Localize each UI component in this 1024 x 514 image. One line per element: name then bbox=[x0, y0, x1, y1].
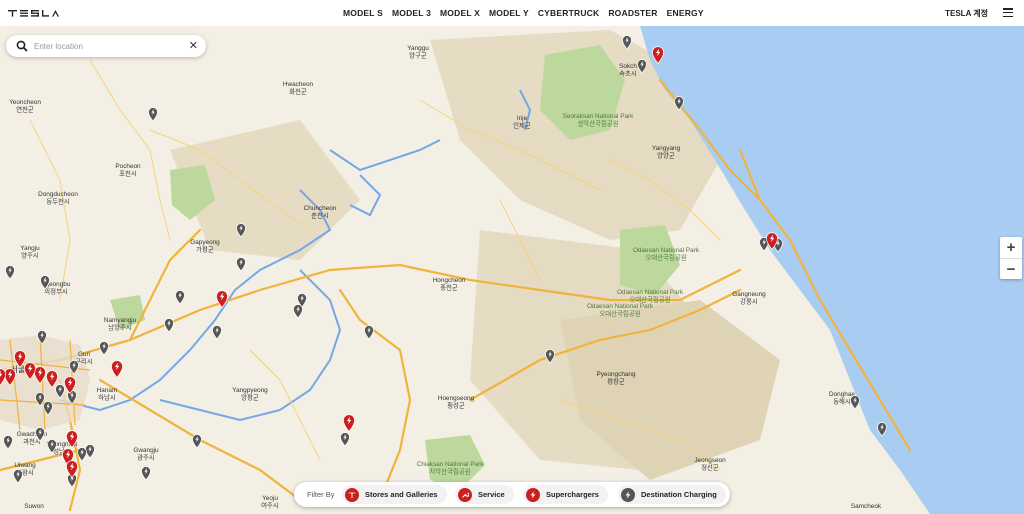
filter-destination-charging-button[interactable]: Destination Charging bbox=[618, 485, 726, 504]
search-input[interactable] bbox=[34, 39, 184, 53]
account-link[interactable]: TESLA 계정 bbox=[945, 8, 988, 19]
location-search-box: ✕ bbox=[6, 35, 206, 57]
model-navigation: MODEL S MODEL 3 MODEL X MODEL Y CYBERTRU… bbox=[343, 0, 713, 26]
tesla-logo[interactable] bbox=[8, 6, 64, 20]
map-label-yangju: Yangju 양주시 bbox=[20, 245, 40, 260]
filter-stores-galleries-button[interactable]: Stores and Galleries bbox=[342, 485, 447, 504]
close-icon[interactable]: ✕ bbox=[189, 39, 198, 53]
filter-service-button[interactable]: Service bbox=[455, 485, 514, 504]
zoom-in-button[interactable]: + bbox=[1000, 237, 1022, 258]
zoom-out-button[interactable]: − bbox=[1000, 259, 1022, 280]
wrench-icon bbox=[458, 487, 472, 502]
tesla-logo-icon bbox=[345, 487, 359, 502]
nav-model-s[interactable]: MODEL S bbox=[343, 8, 383, 18]
search-icon bbox=[16, 40, 28, 52]
map-label-yanggu: Yanggu 양구군 bbox=[407, 45, 429, 60]
filter-label: Filter By bbox=[307, 490, 335, 499]
filter-superchargers-label: Superchargers bbox=[546, 490, 599, 499]
map-label-namyangju: Namyangju 남양주시 bbox=[104, 317, 137, 332]
map-canvas[interactable]: Yanggu 양구군Hwacheon 화천군Yeoncheon 연천군Inje 인제군S… bbox=[0, 26, 1024, 514]
seoul-urban-area bbox=[0, 335, 90, 430]
map-label-sokcho: Sokch 속초시 bbox=[619, 63, 637, 78]
nav-model-x[interactable]: MODEL X bbox=[440, 8, 480, 18]
zoom-control: + − bbox=[1000, 237, 1022, 279]
filter-service-label: Service bbox=[478, 490, 505, 499]
lightning-icon bbox=[621, 487, 635, 502]
nav-model-3[interactable]: MODEL 3 bbox=[392, 8, 431, 18]
map-label-hanam: Hanam 하남시 bbox=[97, 387, 118, 402]
lightning-icon bbox=[526, 487, 540, 502]
filter-destination-charging-label: Destination Charging bbox=[641, 490, 717, 499]
map-label-yeoju: Yeoju 여주시 bbox=[261, 495, 279, 510]
filter-bar: Filter By Stores and Galleries Service S… bbox=[294, 482, 730, 507]
nav-energy[interactable]: ENERGY bbox=[667, 8, 704, 18]
nav-cybertruck[interactable]: CYBERTRUCK bbox=[538, 8, 600, 18]
filter-stores-galleries-label: Stores and Galleries bbox=[365, 490, 438, 499]
top-navigation-bar: MODEL S MODEL 3 MODEL X MODEL Y CYBERTRU… bbox=[0, 0, 1024, 26]
nav-model-y[interactable]: MODEL Y bbox=[489, 8, 529, 18]
map-label-suwon: Suwon bbox=[24, 503, 44, 510]
hamburger-menu-icon[interactable] bbox=[1003, 8, 1013, 18]
nav-roadster[interactable]: ROADSTER bbox=[608, 8, 657, 18]
filter-superchargers-button[interactable]: Superchargers bbox=[523, 485, 608, 504]
map-label-samcheok: Samcheok bbox=[851, 503, 882, 510]
